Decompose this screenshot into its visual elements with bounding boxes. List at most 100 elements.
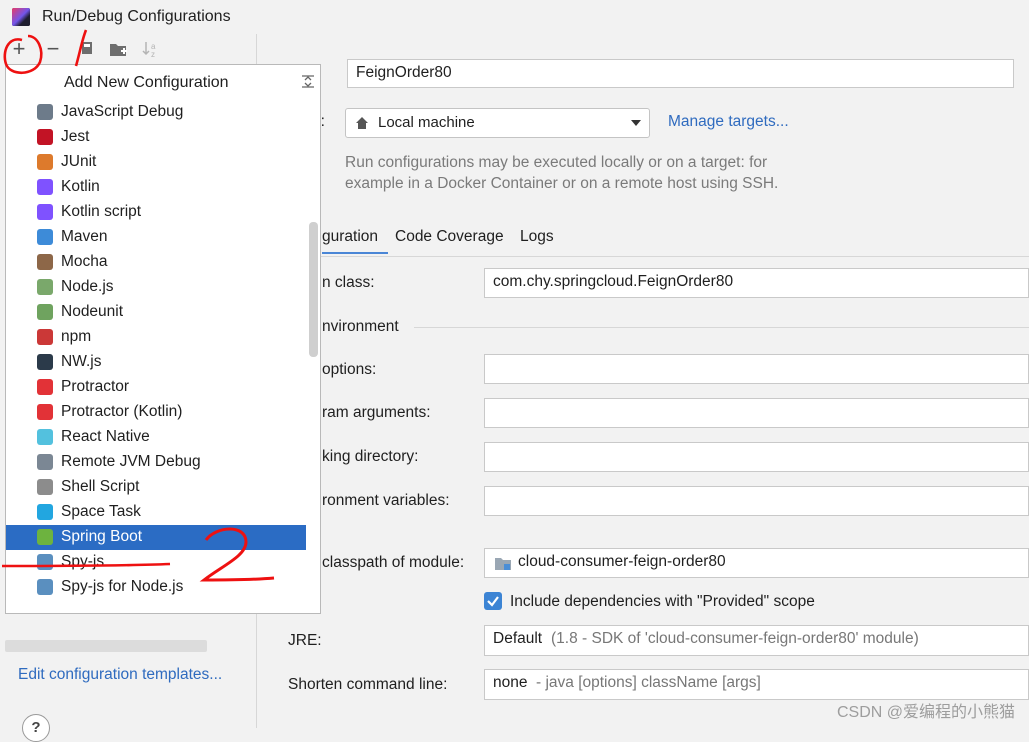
config-type-item[interactable]: Spring Boot xyxy=(6,525,306,550)
popup-header: Add New Configuration xyxy=(6,65,320,99)
move-into-folder-button[interactable] xyxy=(106,36,132,62)
classpath-module-value: cloud-consumer-feign-order80 xyxy=(518,553,726,570)
config-type-item[interactable]: Nodeunit xyxy=(6,300,306,325)
vm-options-label: options: xyxy=(322,361,377,378)
copy-icon xyxy=(82,42,92,54)
shell-icon xyxy=(37,479,53,495)
classpath-module-select[interactable]: cloud-consumer-feign-order80 xyxy=(484,548,1029,578)
maven-icon xyxy=(37,229,53,245)
shorten-command-line-select[interactable]: none - java [options] className [args] xyxy=(484,669,1029,700)
manage-targets-link[interactable]: Manage targets... xyxy=(668,113,789,131)
protractor-icon xyxy=(37,379,53,395)
junit-icon xyxy=(37,154,53,170)
config-type-label: Mocha xyxy=(61,253,108,270)
tab-logs[interactable]: Logs xyxy=(520,228,554,246)
config-type-item[interactable]: JavaScript Debug xyxy=(6,100,306,125)
run-on-select[interactable]: Local machine xyxy=(345,108,650,138)
config-type-item[interactable]: Protractor xyxy=(6,375,306,400)
svg-text:z: z xyxy=(151,50,155,58)
config-type-item[interactable]: Space Task xyxy=(6,500,306,525)
tree-horizontal-scrollbar[interactable] xyxy=(5,640,207,652)
js-debug-icon xyxy=(37,104,53,120)
copy-configuration-button[interactable] xyxy=(74,36,100,62)
include-provided-label[interactable]: Include dependencies with "Provided" sco… xyxy=(510,593,815,611)
configuration-name-value: FeignOrder80 xyxy=(356,64,452,81)
config-type-label: Spy-js xyxy=(61,553,105,570)
sort-configurations-button[interactable]: az xyxy=(138,36,164,62)
shorten-hint: - java [options] className [args] xyxy=(536,674,761,691)
window-title: Run/Debug Configurations xyxy=(42,8,231,25)
config-type-item[interactable]: npm xyxy=(6,325,306,350)
npm-icon xyxy=(37,329,53,345)
popup-title: Add New Configuration xyxy=(64,74,229,91)
help-button[interactable]: ? xyxy=(22,714,50,742)
spring-boot-icon xyxy=(37,529,53,545)
run-on-value: Local machine xyxy=(378,114,475,131)
spyjs-icon xyxy=(37,554,53,570)
config-type-label: Maven xyxy=(61,228,108,245)
nodejs-icon xyxy=(37,279,53,295)
jre-select[interactable]: Default (1.8 - SDK of 'cloud-consumer-fe… xyxy=(484,625,1029,656)
config-type-item[interactable]: NW.js xyxy=(6,350,306,375)
tab-code-coverage[interactable]: Code Coverage xyxy=(395,228,504,246)
config-type-item[interactable]: JUnit xyxy=(6,150,306,175)
config-type-label: Remote JVM Debug xyxy=(61,453,201,470)
environment-variables-field[interactable] xyxy=(484,486,1029,516)
environment-separator xyxy=(414,327,1029,328)
popup-vertical-scrollbar[interactable] xyxy=(309,222,318,357)
config-type-item[interactable]: Jest xyxy=(6,125,306,150)
config-type-label: Protractor xyxy=(61,378,130,395)
config-type-label: Spring Boot xyxy=(61,528,142,545)
jest-icon xyxy=(37,129,53,145)
minus-icon: − xyxy=(46,36,60,61)
config-type-label: Node.js xyxy=(61,278,114,295)
config-type-item[interactable]: Protractor (Kotlin) xyxy=(6,400,306,425)
config-type-label: Kotlin script xyxy=(61,203,142,220)
config-type-item[interactable]: Shell Script xyxy=(6,475,306,500)
environment-section-label: nvironment xyxy=(322,318,399,335)
config-type-item[interactable]: Spy-js xyxy=(6,550,306,575)
working-directory-label: king directory: xyxy=(322,448,419,465)
config-type-item[interactable]: Maven xyxy=(6,225,306,250)
config-type-item[interactable]: Node.js xyxy=(6,275,306,300)
shorten-command-line-label: Shorten command line: xyxy=(288,676,448,693)
environment-variables-label: ronment variables: xyxy=(322,492,450,509)
plus-icon: + xyxy=(12,36,26,61)
popup-collapse-icon[interactable] xyxy=(300,73,316,89)
config-type-label: React Native xyxy=(61,428,150,445)
config-type-label: Nodeunit xyxy=(61,303,124,320)
tabs-separator xyxy=(276,256,1029,257)
classpath-module-label: classpath of module: xyxy=(322,554,465,571)
intellij-app-icon xyxy=(12,8,30,26)
mocha-icon xyxy=(37,254,53,270)
working-directory-field[interactable] xyxy=(484,442,1029,472)
active-tab-indicator xyxy=(322,252,388,254)
config-type-label: Kotlin xyxy=(61,178,100,195)
config-type-item[interactable]: Spy-js for Node.js xyxy=(6,575,306,600)
add-configuration-button[interactable]: + xyxy=(6,36,32,62)
module-folder-icon xyxy=(495,558,511,570)
shorten-value: none xyxy=(493,674,528,691)
program-arguments-label: ram arguments: xyxy=(322,404,431,421)
config-type-item[interactable]: Kotlin xyxy=(6,175,306,200)
space-icon xyxy=(37,504,53,520)
config-type-label: Space Task xyxy=(61,503,141,520)
program-arguments-field[interactable] xyxy=(484,398,1029,428)
config-type-label: Spy-js for Node.js xyxy=(61,578,184,595)
main-class-field[interactable]: com.chy.springcloud.FeignOrder80 xyxy=(484,268,1029,298)
include-provided-checkbox[interactable] xyxy=(484,592,502,610)
vm-options-field[interactable] xyxy=(484,354,1029,384)
tab-configuration[interactable]: guration xyxy=(322,228,378,246)
run-on-hint: Run configurations may be executed local… xyxy=(345,154,779,192)
edit-configuration-templates-link[interactable]: Edit configuration templates... xyxy=(18,666,222,684)
home-icon xyxy=(356,117,368,129)
config-type-label: JavaScript Debug xyxy=(61,103,184,120)
config-type-item[interactable]: Remote JVM Debug xyxy=(6,450,306,475)
remove-configuration-button[interactable]: − xyxy=(40,36,66,62)
protractor-kotlin-icon xyxy=(37,404,53,420)
config-type-item[interactable]: Kotlin script xyxy=(6,200,306,225)
configuration-name-field[interactable]: FeignOrder80 xyxy=(347,59,1014,88)
config-type-item[interactable]: Mocha xyxy=(6,250,306,275)
config-type-item[interactable]: React Native xyxy=(6,425,306,450)
remote-debug-icon xyxy=(37,454,53,470)
